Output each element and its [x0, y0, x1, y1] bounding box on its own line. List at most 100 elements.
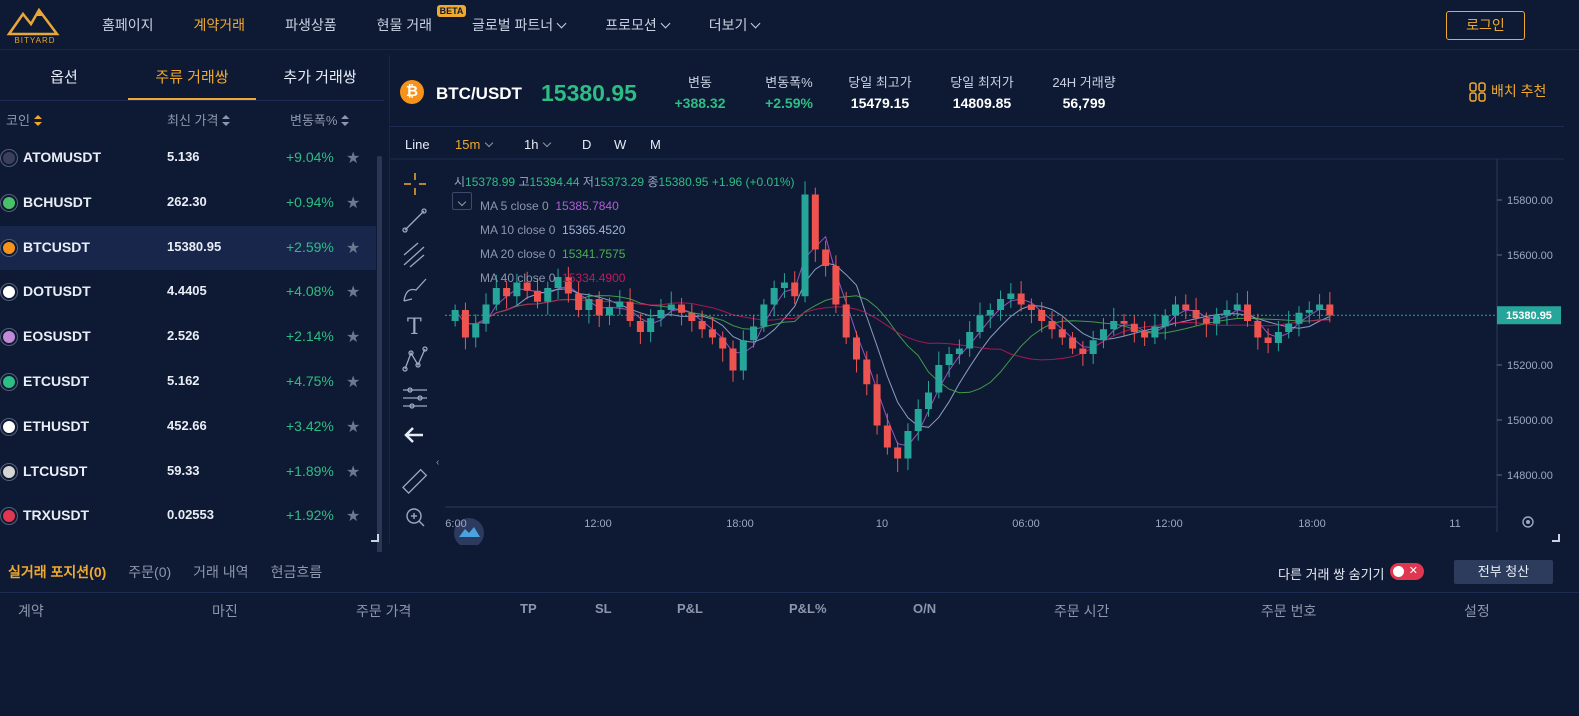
ma-label: MA 10 close 0 [480, 223, 556, 237]
hide-other-pairs-label: 다른 거래 쌍 숨기기 [1278, 567, 1385, 582]
ruler-tool-icon[interactable] [402, 468, 428, 494]
pattern-tool-icon[interactable] [402, 346, 428, 372]
coin-price: 59.33 [167, 462, 200, 478]
favorite-star-icon[interactable]: ★ [346, 372, 360, 392]
nav-derivatives[interactable]: 파생상품 [285, 15, 337, 35]
stat-high: 당일 최고가 15479.15 [842, 72, 918, 111]
measure-tool-icon[interactable] [403, 387, 427, 409]
beta-badge: BETA [436, 5, 467, 17]
col-on: O/N [913, 601, 937, 616]
nav-home[interactable]: 홈페이지 [102, 15, 154, 35]
ma-legend-item: MA 40 close 0 15334.4900 [480, 266, 625, 290]
ma-label: MA 5 close 0 [480, 199, 549, 213]
col-pnl: P&L [677, 601, 703, 616]
candle-body [1079, 348, 1087, 354]
candle-body [1171, 304, 1179, 316]
layout-recommend-button[interactable]: 배치 추천 [1469, 81, 1546, 103]
market-row[interactable]: BTCUSDT 15380.95 +2.59% ★ [0, 225, 376, 270]
coin-icon [1, 418, 17, 435]
ma-value: 15334.4900 [562, 271, 626, 285]
scrollbar[interactable] [377, 156, 382, 566]
toggle-off-icon: ✕ [1408, 565, 1418, 577]
ticker-bar: ₿ BTC/USDT 15380.95 변동 +388.32 변동폭% +2.59%… [390, 55, 1564, 127]
login-button[interactable]: 로그인 [1446, 11, 1525, 40]
chevron-down-icon [457, 197, 467, 207]
market-row[interactable]: ETHUSDT 452.66 +3.42% ★ [0, 405, 376, 449]
candle-body [1285, 323, 1293, 332]
favorite-star-icon[interactable]: ★ [346, 193, 360, 213]
collapse-toolbar-icon[interactable]: ‹ [436, 457, 439, 468]
legend-toggle-button[interactable] [452, 192, 472, 210]
nav-futures[interactable]: 계약거래 [194, 15, 246, 35]
col-price-label: 최신 가격 [167, 113, 219, 128]
chevron-down-icon [750, 18, 761, 29]
candle-body [873, 384, 881, 426]
coin-price: 5.162 [167, 373, 200, 388]
brush-tool-icon[interactable] [403, 278, 427, 302]
trendline-tool-icon[interactable] [402, 208, 427, 233]
tab-trade-history[interactable]: 거래 내역 [193, 562, 248, 582]
nav-more-label: 더보기 [708, 17, 748, 33]
high-value: 15394.44 [529, 175, 580, 189]
favorite-star-icon[interactable]: ★ [346, 148, 360, 168]
coin-icon [1, 374, 17, 390]
market-row[interactable]: EOSUSDT 2.526 +2.14% ★ [0, 315, 376, 359]
tab-options[interactable]: 옵션 [0, 55, 128, 100]
candle-body [791, 282, 799, 297]
market-row[interactable]: DOTUSDT 4.4405 +4.08% ★ [0, 270, 376, 314]
nav-promotion-label: 프로모션 [605, 17, 657, 33]
candle-body [842, 304, 850, 338]
col-header-coin[interactable]: 코인 [6, 110, 42, 129]
market-row[interactable]: LTCUSDT 59.33 +1.89% ★ [0, 450, 376, 494]
positions-panel: 실거래 포지션(0) 주문(0) 거래 내역 현금흐름 다른 거래 쌍 숨기기 … [0, 552, 1579, 716]
candle-body [1182, 304, 1190, 310]
market-row[interactable]: ATOMUSDT 5.136 +9.04% ★ [0, 136, 376, 180]
coin-change: +9.04% [286, 149, 334, 165]
close-all-button[interactable]: 전부 청산 [1454, 560, 1553, 584]
tab-orders[interactable]: 주문(0) [128, 562, 171, 582]
market-row[interactable]: TRXUSDT 0.02553 +1.92% ★ [0, 494, 376, 538]
market-row[interactable]: BCHUSDT 262.30 +0.94% ★ [0, 181, 376, 225]
col-margin: 마진 [212, 603, 238, 619]
back-arrow-icon[interactable] [404, 427, 423, 443]
nav-global-partner[interactable]: 글로벌 파트너 [472, 15, 567, 35]
fib-tool-icon[interactable] [403, 242, 425, 268]
col-change-label: 변동폭% [290, 113, 338, 128]
candle-body [729, 348, 737, 371]
bityard-logo[interactable]: BITYARD [5, 6, 61, 46]
tab-cash-flow[interactable]: 현금흐름 [271, 562, 323, 582]
nav-promotion[interactable]: 프로모션 [605, 15, 671, 35]
nav-more[interactable]: 더보기 [708, 15, 761, 35]
favorite-star-icon[interactable]: ★ [346, 506, 360, 526]
col-header-price[interactable]: 최신 가격 [167, 110, 231, 129]
resize-corner-icon[interactable] [371, 534, 379, 542]
candle-body [492, 288, 500, 305]
candle-body [1264, 337, 1272, 343]
tab-major-pairs[interactable]: 주류 거래쌍 [128, 55, 256, 100]
market-tabs: 옵션 주류 거래쌍 추가 거래쌍 [0, 55, 384, 101]
nav-spot[interactable]: 현물 거래 BETA [377, 5, 467, 35]
candle-body [1202, 318, 1210, 324]
settings-gear-icon[interactable] [1522, 516, 1534, 528]
col-header-change[interactable]: 변동폭% [290, 110, 350, 129]
favorite-star-icon[interactable]: ★ [346, 282, 360, 302]
crosshair-tool-icon[interactable] [404, 173, 426, 195]
favorite-star-icon[interactable]: ★ [346, 327, 360, 347]
favorite-star-icon[interactable]: ★ [346, 238, 360, 258]
ma-legend-item: MA 20 close 0 15341.7575 [480, 242, 625, 266]
hide-other-pairs-toggle[interactable]: ✕ [1390, 563, 1424, 580]
candle-body [1089, 340, 1097, 354]
tab-additional-pairs[interactable]: 추가 거래쌍 [256, 55, 384, 100]
favorite-star-icon[interactable]: ★ [346, 417, 360, 437]
divider [0, 592, 1579, 593]
favorite-star-icon[interactable]: ★ [346, 462, 360, 482]
zoom-in-icon[interactable] [406, 508, 425, 527]
resize-corner-icon[interactable] [1552, 534, 1560, 542]
market-row[interactable]: ETCUSDT 5.162 +4.75% ★ [0, 360, 376, 404]
coin-name: BTCUSDT [23, 238, 90, 255]
candle-body [1223, 310, 1231, 316]
text-tool-icon[interactable]: T [407, 315, 422, 340]
y-tick-label: 15800.00 [1507, 195, 1553, 207]
tab-live-positions[interactable]: 실거래 포지션(0) [8, 562, 106, 582]
x-tick-label: 12:00 [1155, 518, 1183, 530]
